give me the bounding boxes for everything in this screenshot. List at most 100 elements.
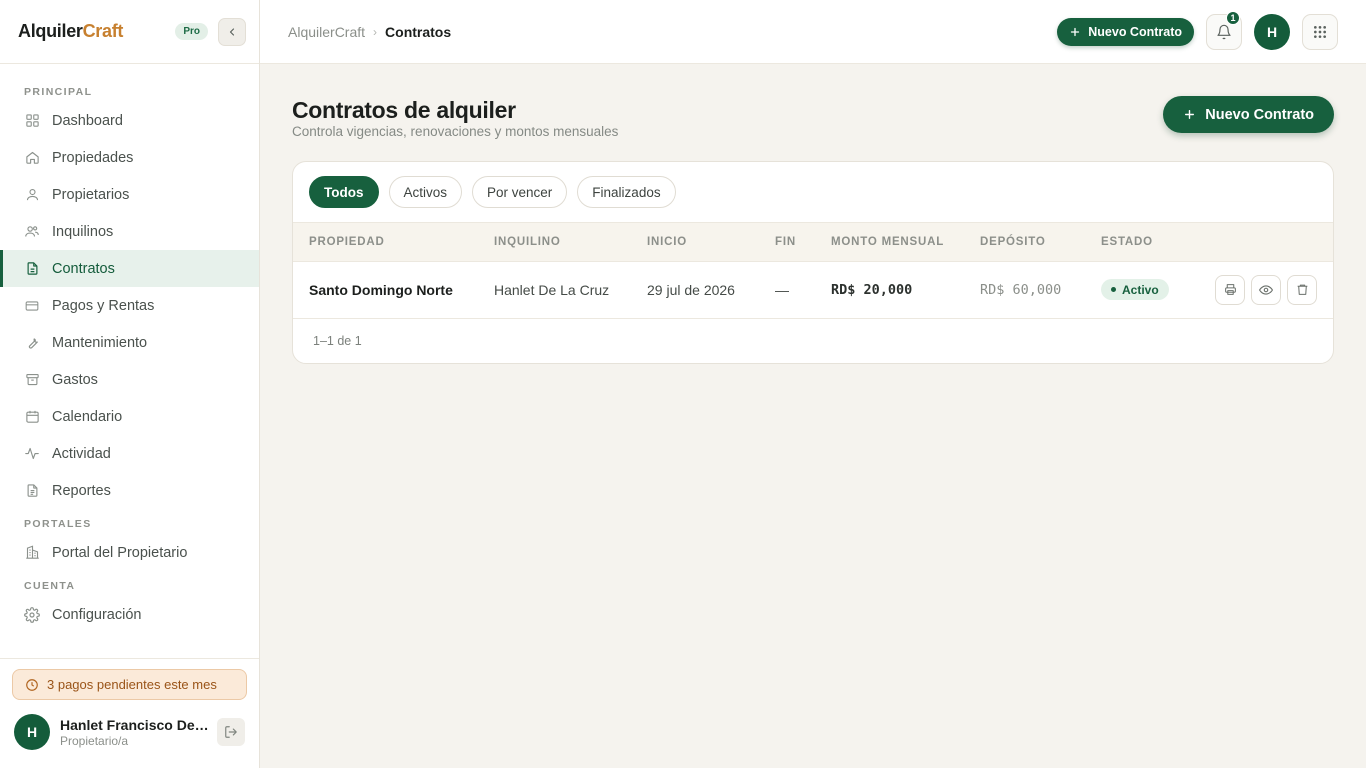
sidebar-item-portal-propietario[interactable]: Portal del Propietario	[0, 534, 259, 571]
brand-name-accent: Craft	[82, 21, 124, 41]
user-role: Propietario/a	[60, 733, 129, 748]
topbar-avatar[interactable]: H	[1254, 13, 1290, 50]
calendar-icon	[24, 409, 40, 425]
logout-button[interactable]	[217, 718, 245, 746]
row-actions	[1211, 274, 1333, 305]
apps-menu-button[interactable]	[1302, 13, 1338, 50]
sidebar-item-contratos[interactable]: Contratos	[0, 250, 259, 287]
view-button[interactable]	[1251, 274, 1281, 305]
column-header-inquilino[interactable]: INQUILINO	[478, 223, 631, 262]
column-header-fin[interactable]: FIN	[759, 223, 815, 262]
sidebar-item-propietarios[interactable]: Propietarios	[0, 176, 259, 213]
sidebar-item-pagos[interactable]: Pagos y Rentas	[0, 287, 259, 324]
sidebar: AlquilerCraft Pro PRINCIPAL Dashboard Pr…	[0, 0, 260, 768]
table-header: PROPIEDAD INQUILINO INICIO FIN MONTO MEN…	[293, 223, 1333, 262]
credit-card-icon	[24, 298, 40, 314]
contracts-card: Todos Activos Por vencer Finalizados PRO…	[292, 161, 1334, 364]
cell-monto: RD$ 20,000	[815, 261, 964, 319]
grid-icon	[1314, 25, 1326, 38]
print-button[interactable]	[1215, 274, 1245, 305]
sidebar-item-calendario[interactable]: Calendario	[0, 398, 259, 435]
sidebar-item-dashboard[interactable]: Dashboard	[0, 102, 259, 139]
pending-payments-text: 3 pagos pendientes este mes	[47, 677, 217, 692]
archive-icon	[24, 372, 40, 388]
nav-section-principal: PRINCIPAL	[24, 86, 93, 98]
sidebar-item-label: Portal del Propietario	[52, 544, 188, 561]
avatar[interactable]: H	[14, 714, 50, 750]
clock-icon	[25, 678, 39, 692]
brand-logo[interactable]: AlquilerCraft	[18, 21, 123, 42]
sidebar-item-label: Mantenimiento	[52, 334, 148, 351]
filter-por-vencer[interactable]: Por vencer	[472, 176, 568, 208]
user-name: Hanlet Francisco De La Cruz	[60, 716, 210, 733]
topbar-actions: Nuevo Contrato 1 H	[1057, 10, 1338, 50]
pro-badge: Pro	[175, 23, 208, 40]
plus-icon	[1185, 110, 1195, 119]
users-icon	[24, 224, 40, 240]
sidebar-item-inquilinos[interactable]: Inquilinos	[0, 213, 259, 250]
page-header: Contratos de alquiler Controla vigencias…	[292, 96, 1334, 139]
brand-name-main: Alquiler	[18, 21, 83, 41]
sidebar-item-label: Calendario	[52, 408, 123, 425]
pagination-info: 1–1 de 1	[313, 333, 362, 348]
table-row[interactable]: Santo Domingo Norte Hanlet De La Cruz 29…	[293, 261, 1333, 319]
nav-section-portales: PORTALES	[24, 518, 92, 530]
breadcrumb: AlquilerCraft › Contratos	[288, 24, 451, 40]
sidebar-item-label: Reportes	[52, 482, 111, 499]
topbar-new-contract-label: Nuevo Contrato	[1088, 24, 1182, 39]
cell-deposito: RD$ 60,000	[964, 261, 1085, 319]
notification-count-badge: 1	[1226, 10, 1240, 25]
sidebar-item-propiedades[interactable]: Propiedades	[0, 139, 259, 176]
topbar-new-contract-button[interactable]: Nuevo Contrato	[1057, 17, 1194, 46]
status-badge: Activo	[1101, 279, 1169, 300]
file-icon	[24, 483, 40, 499]
status-dot	[1111, 287, 1116, 292]
contracts-table: PROPIEDAD INQUILINO INICIO FIN MONTO MEN…	[293, 223, 1333, 319]
pending-payments-alert[interactable]: 3 pagos pendientes este mes	[12, 669, 247, 700]
page-subtitle: Controla vigencias, renovaciones y monto…	[292, 124, 619, 139]
delete-button[interactable]	[1287, 274, 1317, 305]
cell-actions	[1195, 261, 1333, 319]
breadcrumb-current: Contratos	[385, 23, 452, 40]
column-header-monto[interactable]: MONTO MENSUAL	[815, 223, 964, 262]
plus-icon	[1071, 27, 1080, 36]
user-info: Hanlet Francisco De La Cruz Propietario/…	[60, 717, 210, 748]
cell-fin: —	[759, 261, 815, 319]
topbar: AlquilerCraft › Contratos Nuevo Contrato…	[260, 0, 1366, 64]
sidebar-item-label: Inquilinos	[52, 223, 114, 240]
main-area: AlquilerCraft › Contratos Nuevo Contrato…	[260, 0, 1366, 768]
new-contract-button[interactable]: Nuevo Contrato	[1163, 96, 1334, 133]
sidebar-item-mantenimiento[interactable]: Mantenimiento	[0, 324, 259, 361]
column-header-propiedad[interactable]: PROPIEDAD	[293, 223, 478, 262]
sidebar-item-label: Configuración	[52, 606, 142, 623]
wrench-icon	[24, 335, 40, 351]
cell-propiedad: Santo Domingo Norte	[293, 261, 478, 319]
sidebar-item-label: Pagos y Rentas	[52, 297, 155, 314]
breadcrumb-root[interactable]: AlquilerCraft	[288, 24, 365, 40]
column-header-actions	[1195, 223, 1333, 262]
chevron-left-icon	[229, 27, 235, 36]
sidebar-item-gastos[interactable]: Gastos	[0, 361, 259, 398]
sidebar-item-label: Actividad	[52, 445, 111, 462]
column-header-deposito[interactable]: DEPÓSITO	[964, 223, 1085, 262]
sidebar-nav: PRINCIPAL Dashboard Propiedades Propieta…	[0, 64, 259, 658]
filter-todos[interactable]: Todos	[309, 176, 379, 208]
sidebar-item-label: Dashboard	[52, 112, 123, 129]
home-icon	[24, 150, 40, 166]
page-content: Contratos de alquiler Controla vigencias…	[260, 64, 1366, 364]
sidebar-item-reportes[interactable]: Reportes	[0, 472, 259, 509]
user-profile: H Hanlet Francisco De La Cruz Propietari…	[12, 714, 247, 750]
trash-icon	[1297, 284, 1307, 295]
logout-icon	[225, 726, 237, 738]
sidebar-item-actividad[interactable]: Actividad	[0, 435, 259, 472]
status-label: Activo	[1122, 282, 1159, 297]
filter-finalizados[interactable]: Finalizados	[577, 176, 676, 208]
cell-estado: Activo	[1085, 261, 1195, 319]
sidebar-item-label: Contratos	[52, 260, 115, 277]
column-header-inicio[interactable]: INICIO	[631, 223, 759, 262]
column-header-estado[interactable]: ESTADO	[1085, 223, 1195, 262]
filter-activos[interactable]: Activos	[388, 176, 463, 208]
notifications-button[interactable]: 1	[1206, 10, 1242, 50]
sidebar-item-configuracion[interactable]: Configuración	[0, 596, 259, 633]
collapse-sidebar-button[interactable]	[218, 17, 246, 46]
